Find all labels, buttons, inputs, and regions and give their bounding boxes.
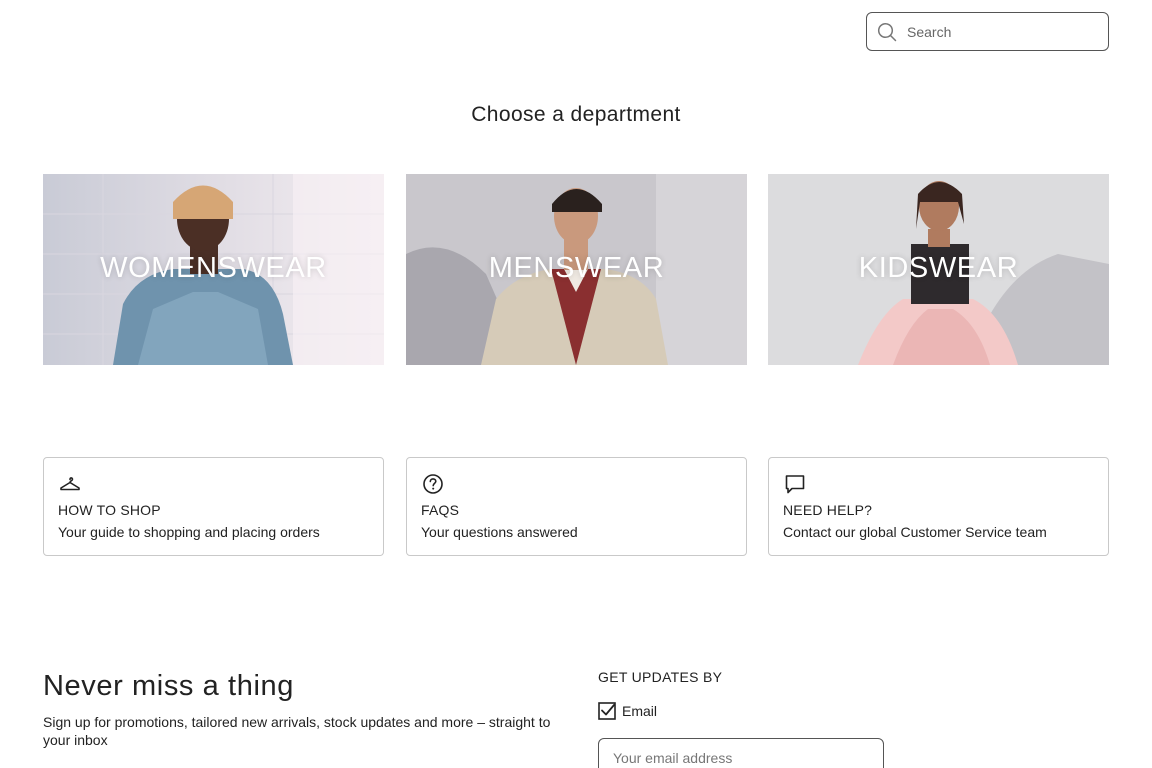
hanger-icon — [60, 477, 80, 491]
department-label: KIDSWEAR — [858, 252, 1019, 284]
chat-bubble-icon — [785, 475, 805, 494]
page: Choose a department WOME — [0, 0, 1152, 768]
help-card-how-to-shop[interactable]: HOW TO SHOP Your guide to shopping and p… — [43, 457, 384, 556]
newsletter-title: Never miss a thing — [43, 670, 294, 702]
search-box[interactable] — [866, 12, 1109, 51]
department-menswear[interactable]: MENSWEAR — [406, 174, 747, 365]
email-address-input[interactable] — [598, 738, 884, 768]
updates-label: GET UPDATES BY — [598, 669, 723, 685]
department-label: WOMENSWEAR — [100, 252, 327, 284]
checkbox-checked-icon — [598, 702, 616, 720]
help-card-faqs[interactable]: FAQS Your questions answered — [406, 457, 747, 556]
card-title: HOW TO SHOP — [58, 502, 161, 518]
card-subtitle: Your questions answered — [421, 524, 578, 540]
department-label: MENSWEAR — [488, 252, 665, 284]
page-title: Choose a department — [471, 103, 681, 126]
email-checkbox[interactable]: Email — [598, 702, 657, 720]
search-icon — [877, 22, 897, 41]
newsletter-description: Sign up for promotions, tailored new arr… — [43, 714, 551, 748]
help-card-need-help[interactable]: NEED HELP? Contact our global Customer S… — [768, 457, 1109, 556]
department-womenswear[interactable]: WOMENSWEAR — [43, 174, 384, 365]
email-checkbox-label: Email — [622, 703, 658, 719]
department-kidswear[interactable]: KIDSWEAR — [768, 174, 1109, 365]
search-input[interactable] — [907, 23, 1097, 40]
card-title: FAQS — [421, 502, 460, 518]
card-title: NEED HELP? — [783, 502, 873, 518]
card-subtitle: Contact our global Customer Service team — [783, 524, 1047, 540]
card-subtitle: Your guide to shopping and placing order… — [58, 524, 320, 540]
question-circle-icon — [423, 474, 443, 494]
